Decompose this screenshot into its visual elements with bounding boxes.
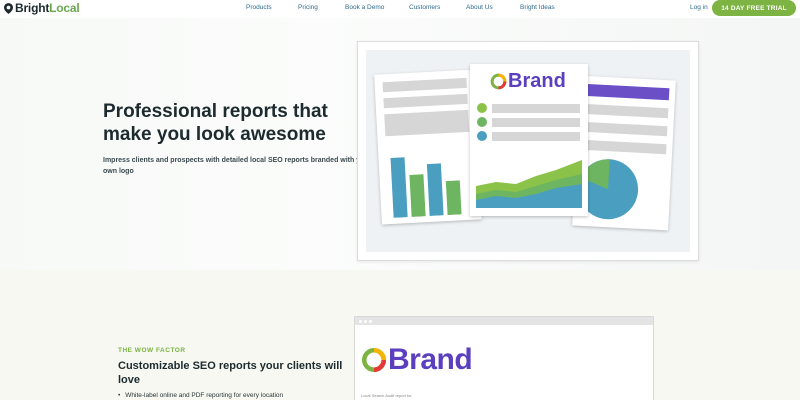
wow-factor-section: THE WOW FACTOR Customizable SEO reports …: [0, 270, 800, 400]
report-sheet-middle: Brand: [470, 64, 588, 216]
nav-links: Products Pricing Book a Demo Customers A…: [0, 4, 800, 14]
bar-chart-graphic: [390, 157, 462, 218]
browser-titlebar: [355, 317, 653, 325]
free-trial-button[interactable]: 14 DAY FREE TRIAL: [712, 0, 796, 16]
hero-section: Professional reports that make you look …: [0, 18, 800, 270]
nav-pricing[interactable]: Pricing: [298, 4, 318, 11]
brand-ring-icon: [490, 73, 507, 90]
section-eyebrow: THE WOW FACTOR: [118, 347, 186, 354]
section-title: Customizable SEO reports your clients wi…: [118, 360, 343, 386]
nav-customers[interactable]: Customers: [409, 4, 440, 11]
report-caption: Local Search Audit report for: [361, 393, 412, 398]
report-sheet-left: [374, 69, 482, 225]
brand-word: Brand: [388, 343, 473, 376]
hero-subtitle: Impress clients and prospects with detai…: [103, 157, 372, 175]
top-nav: BrightLocal Products Pricing Book a Demo…: [0, 0, 800, 18]
brand-ring-icon: [361, 347, 387, 373]
window-dot: [369, 319, 372, 323]
login-link[interactable]: Log in: [690, 4, 708, 11]
nav-book-a-demo[interactable]: Book a Demo: [345, 4, 384, 11]
nav-bright-ideas[interactable]: Bright Ideas: [520, 4, 555, 11]
window-dot: [364, 319, 367, 323]
list-rows-graphic: [477, 103, 580, 141]
window-dot: [359, 319, 362, 323]
report-illustration: Brand: [357, 41, 699, 261]
area-chart-graphic: [476, 160, 582, 208]
brand-word: Brand: [508, 70, 566, 92]
feature-bullet: White-label online and PDF reporting for…: [118, 392, 283, 399]
browser-mockup: Brand Local Search Audit report for: [354, 316, 654, 400]
hero-title: Professional reports that make you look …: [103, 101, 328, 145]
brand-logo-large: Brand: [361, 343, 473, 377]
brand-logo-small: Brand: [490, 70, 566, 93]
nav-products[interactable]: Products: [246, 4, 272, 11]
nav-about-us[interactable]: About Us: [466, 4, 493, 11]
